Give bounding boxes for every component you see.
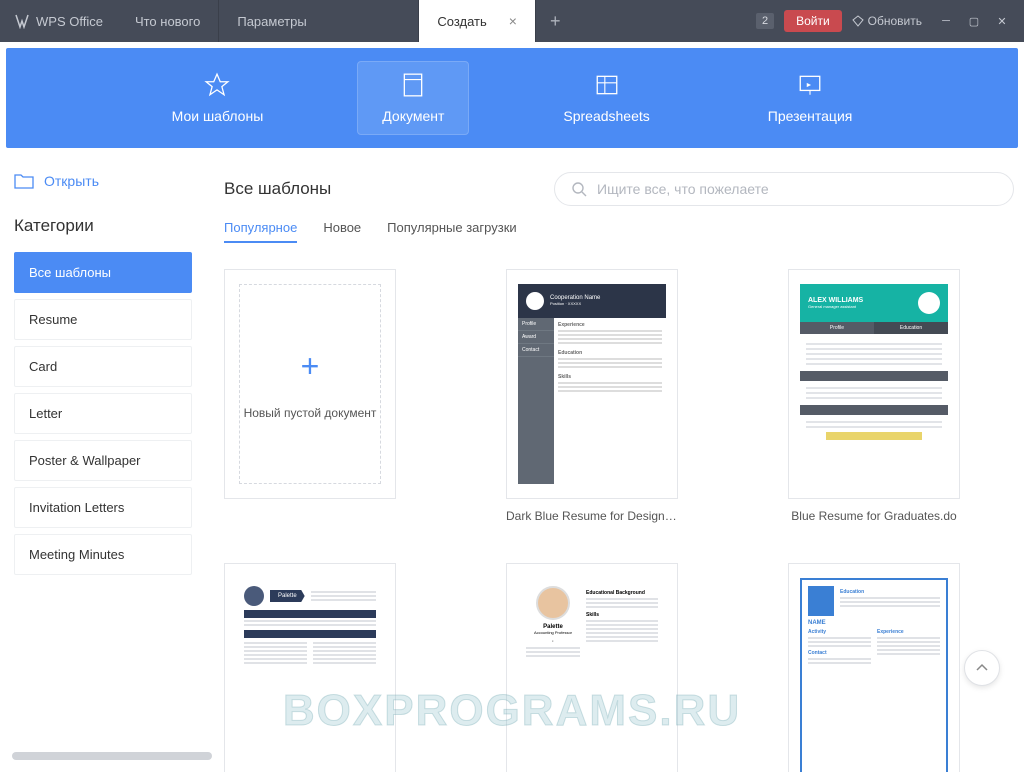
category-all-templates[interactable]: Все шаблоны	[14, 252, 192, 293]
document-icon	[400, 72, 426, 98]
spreadsheet-icon	[594, 72, 620, 98]
template-blank[interactable]: + Новый пустой документ	[224, 269, 396, 523]
filter-downloads[interactable]: Популярные загрузки	[387, 220, 516, 243]
presentation-icon	[797, 72, 823, 98]
filter-tabs: Популярное Новое Популярные загрузки	[224, 220, 1014, 243]
nav-document[interactable]: Документ	[357, 61, 469, 135]
notification-badge[interactable]: 2	[756, 13, 774, 29]
search-input[interactable]	[597, 181, 997, 197]
tab-parameters[interactable]: Параметры	[219, 0, 419, 42]
wps-logo-icon	[14, 13, 30, 29]
page-title: Все шаблоны	[224, 179, 331, 199]
tab-create[interactable]: Создать ×	[419, 0, 536, 42]
update-button[interactable]: Обновить	[852, 14, 922, 28]
horizontal-scrollbar[interactable]	[12, 752, 212, 760]
template-thumb: Education NAME ActivityContact Experienc…	[788, 563, 960, 772]
close-icon[interactable]: ×	[509, 13, 517, 29]
categories-title: Категории	[14, 216, 192, 236]
open-button[interactable]: Открыть	[14, 172, 192, 190]
category-letter[interactable]: Letter	[14, 393, 192, 434]
plus-icon: +	[301, 348, 320, 385]
sidebar: Открыть Категории Все шаблоны Resume Car…	[0, 154, 206, 772]
template-thumb: ALEX WILLIAMSGeneral manager assistant P…	[788, 269, 960, 499]
main-area: Открыть Категории Все шаблоны Resume Car…	[0, 154, 1024, 772]
chevron-up-icon	[975, 661, 989, 675]
template-blue-graduates[interactable]: ALEX WILLIAMSGeneral manager assistant P…	[788, 269, 960, 523]
category-poster[interactable]: Poster & Wallpaper	[14, 440, 192, 481]
app-brand: WPS Office	[0, 0, 117, 42]
template-thumb: Palette	[224, 563, 396, 772]
category-card[interactable]: Card	[14, 346, 192, 387]
template-navy-resume[interactable]: Palette	[224, 563, 396, 772]
login-button[interactable]: Войти	[784, 10, 842, 32]
category-resume[interactable]: Resume	[14, 299, 192, 340]
maximize-button[interactable]: ▢	[960, 11, 988, 31]
minimize-button[interactable]: ─	[932, 11, 960, 31]
nav-my-templates[interactable]: Мои шаблоны	[148, 62, 288, 134]
titlebar: WPS Office Что нового Параметры Создать …	[0, 0, 1024, 42]
search-box[interactable]	[554, 172, 1014, 206]
brand-label: WPS Office	[36, 14, 103, 29]
blank-thumb: + Новый пустой документ	[224, 269, 396, 499]
template-thumb: Cooperation NamePosition · XXXXX Profile…	[506, 269, 678, 499]
star-icon	[204, 72, 230, 98]
category-nav: Мои шаблоны Документ Spreadsheets Презен…	[6, 48, 1018, 148]
template-palette-resume[interactable]: PaletteAccounting Professor· Educational…	[506, 563, 678, 772]
close-window-button[interactable]: ✕	[988, 11, 1016, 31]
search-icon	[571, 181, 587, 197]
filter-popular[interactable]: Популярное	[224, 220, 297, 243]
category-meeting[interactable]: Meeting Minutes	[14, 534, 192, 575]
nav-spreadsheets[interactable]: Spreadsheets	[539, 62, 673, 134]
scroll-top-button[interactable]	[964, 650, 1000, 686]
content-area: Все шаблоны Популярное Новое Популярные …	[206, 154, 1024, 772]
template-blue-border-resume[interactable]: Education NAME ActivityContact Experienc…	[788, 563, 960, 772]
filter-new[interactable]: Новое	[323, 220, 361, 243]
nav-presentation[interactable]: Презентация	[744, 62, 877, 134]
new-tab-button[interactable]: +	[536, 0, 575, 42]
category-invitation[interactable]: Invitation Letters	[14, 487, 192, 528]
tab-whats-new[interactable]: Что нового	[117, 0, 219, 42]
template-dark-blue-resume[interactable]: Cooperation NamePosition · XXXXX Profile…	[506, 269, 678, 523]
template-thumb: PaletteAccounting Professor· Educational…	[506, 563, 678, 772]
diamond-icon	[852, 15, 864, 27]
folder-icon	[14, 172, 34, 190]
